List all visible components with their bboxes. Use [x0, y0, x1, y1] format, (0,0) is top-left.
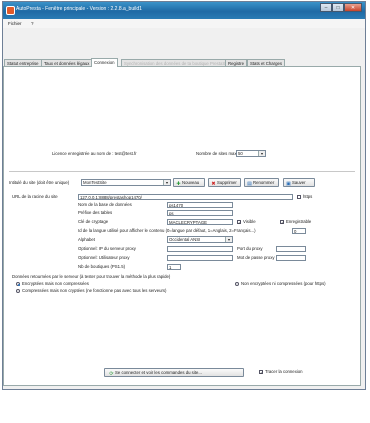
rename-site-button[interactable]: ▤Renommer	[244, 178, 279, 187]
proxy-ip-field[interactable]	[167, 246, 233, 252]
chevron-down-icon: ▾	[258, 151, 265, 156]
shops-count-field[interactable]: 1	[167, 264, 181, 270]
new-site-label: Nouveau	[182, 180, 200, 185]
site-select[interactable]: MonTestSite ▾	[81, 179, 171, 186]
proxy-port-field[interactable]	[276, 246, 306, 252]
delete-site-button[interactable]: ✖Supprimer	[208, 178, 241, 187]
menu-bar: Fichier ?	[3, 19, 365, 28]
proxy-user-label: Optionnel: Utilisateur proxy	[78, 255, 130, 260]
tab-connexion[interactable]: Connexion	[91, 58, 118, 67]
site-select-value: MonTestSite	[83, 180, 107, 185]
chevron-down-icon: ▾	[225, 237, 232, 242]
connect-button[interactable]: ⟳Se connecter et voir les commandes du s…	[104, 368, 244, 377]
close-button[interactable]: ✕	[344, 3, 362, 12]
app-icon	[6, 6, 15, 15]
url-field[interactable]: 127.0.0.1:8888/prestashop1470/	[78, 194, 293, 200]
save-site-button[interactable]: ▣Sauver	[283, 178, 315, 187]
minimize-button[interactable]: –	[320, 3, 332, 12]
save-icon: ▣	[286, 181, 291, 187]
trace-label: Tracer la connexion	[265, 369, 303, 374]
connexion-panel: Licence enregistrée au nom de : test@tes…	[3, 66, 361, 386]
radio-compressed[interactable]	[16, 289, 20, 293]
menu-fichier[interactable]: Fichier	[8, 21, 22, 26]
divider	[9, 171, 355, 172]
proxy-ip-label: Optionnel: IP du serveur proxy	[78, 246, 136, 251]
alphabet-value: Occidental ANSI	[169, 237, 201, 242]
db-name-field[interactable]: ps1470	[167, 202, 233, 208]
proxy-port-label: Port du proxy	[237, 246, 263, 251]
rename-icon: ▤	[247, 181, 252, 187]
max-sites-value: 50	[238, 151, 243, 156]
title-bar[interactable]: AutoPresta - Fenêtre principale - Versio…	[3, 2, 365, 20]
key-label: Clé de cryptage	[78, 219, 109, 224]
url-label: URL de la racine du site	[12, 194, 58, 199]
plus-icon: ✚	[176, 181, 181, 187]
db-name-label: Nom de la base de données	[78, 202, 132, 207]
maximize-button[interactable]: □	[332, 3, 344, 12]
https-checkbox[interactable]	[297, 195, 301, 199]
max-sites-select[interactable]: 50 ▾	[236, 150, 266, 157]
trace-checkbox[interactable]: ✓	[259, 370, 263, 375]
window-title: AutoPresta - Fenêtre principale - Versio…	[16, 6, 142, 12]
https-label: https	[303, 194, 313, 199]
alphabet-select[interactable]: Occidental ANSI ▾	[167, 236, 233, 243]
prefix-label: Préfixe des tables	[78, 210, 113, 215]
rename-site-label: Renommer	[253, 180, 275, 185]
alphabet-label: Alphabet	[78, 237, 95, 242]
radio-plain[interactable]	[235, 282, 239, 286]
save-site-label: Sauver	[292, 180, 306, 185]
visible-checkbox[interactable]: ✓	[237, 220, 241, 225]
menu-help[interactable]: ?	[31, 21, 34, 26]
lang-field[interactable]: 0	[292, 228, 306, 234]
radio-compressed-label: Compressées mais non cryptées (ne foncti…	[22, 288, 167, 293]
visible-label: Visible	[243, 219, 256, 224]
connect-icon: ⟳	[109, 371, 114, 377]
radio-encrypted-label: Encryptées mais non compressées	[22, 281, 89, 286]
max-sites-label: Nombre de sites max	[196, 151, 237, 156]
prefix-field[interactable]: ps_	[167, 210, 233, 216]
lang-label: Id de la langue utilisé pour afficher le…	[78, 228, 256, 233]
radio-encrypted[interactable]	[16, 282, 20, 286]
saveable-label: Enregistrable	[286, 219, 312, 224]
new-site-button[interactable]: ✚Nouveau	[173, 178, 205, 187]
radio-plain-label: Non encryptées ni compressées (pour http…	[241, 281, 326, 286]
proxy-pass-field[interactable]	[276, 255, 306, 261]
transfer-title: Données retournées par le serveur (à tes…	[12, 274, 171, 279]
proxy-user-field[interactable]	[167, 255, 233, 261]
connect-label: Se connecter et voir les commandes du si…	[115, 370, 202, 375]
shops-count-label: Nb de boutiques (PS1.5)	[78, 264, 126, 269]
site-name-label: Intitulé du site (doit être unique)	[9, 180, 70, 185]
chevron-down-icon: ▾	[163, 180, 170, 185]
license-label: Licence enregistrée au nom de : test@tes…	[52, 151, 137, 156]
saveable-checkbox[interactable]: ✓	[280, 220, 284, 225]
proxy-pass-label: Mot de passe proxy	[237, 255, 275, 260]
delete-site-label: Supprimer	[217, 180, 237, 185]
key-field[interactable]: MACLECRYPTAGE	[167, 219, 233, 225]
delete-icon: ✖	[211, 181, 216, 187]
window-controls: – □ ✕	[320, 3, 362, 13]
